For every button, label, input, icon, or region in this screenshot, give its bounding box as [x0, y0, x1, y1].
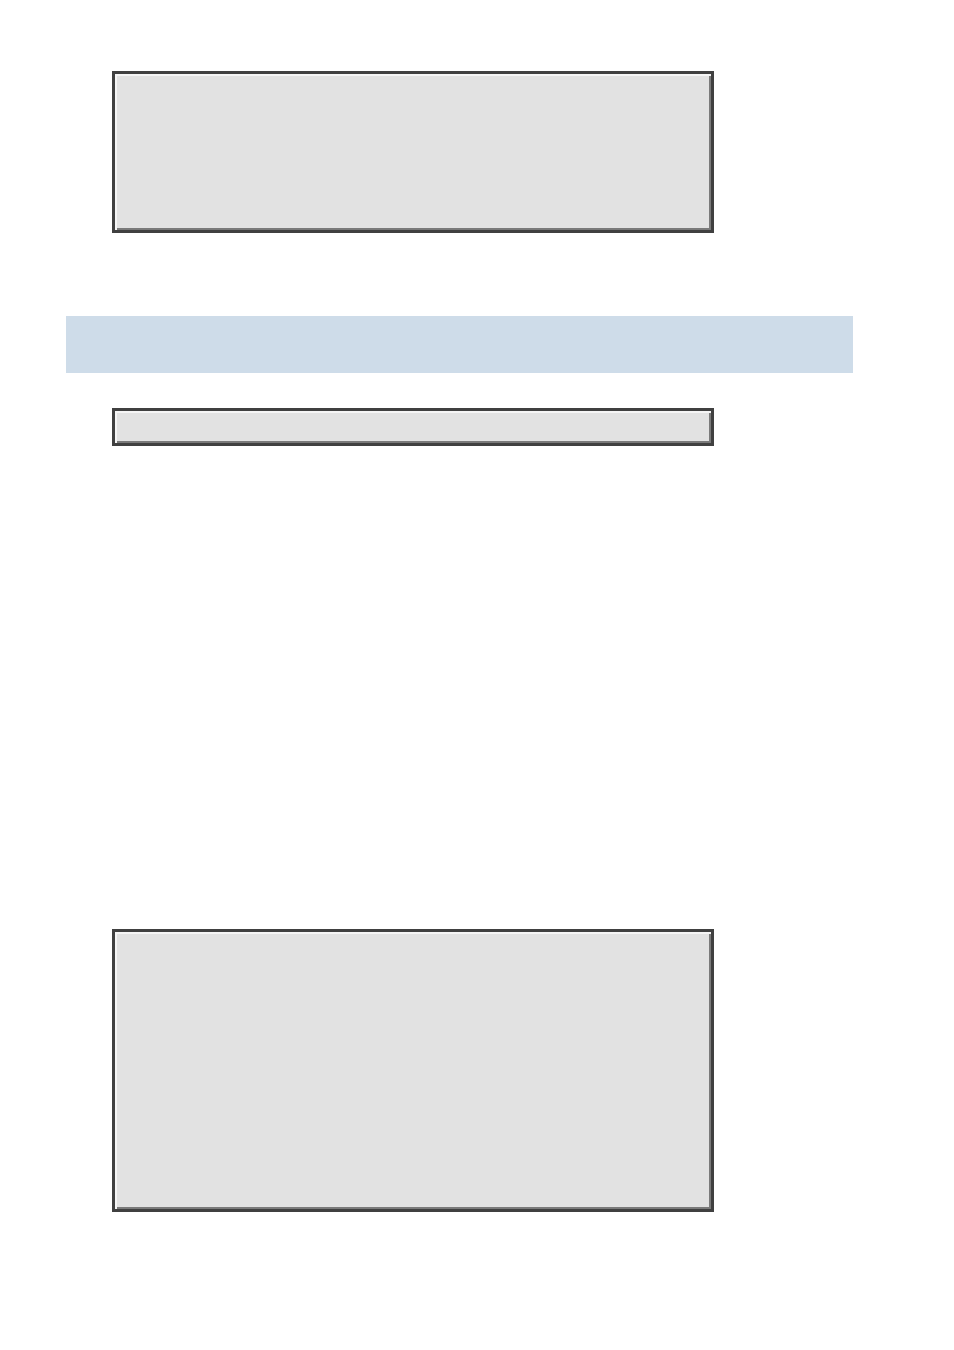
- section-highlight-bar: [66, 316, 853, 373]
- text-box-large: [112, 929, 714, 1212]
- text-box-small: [112, 408, 714, 446]
- document-page: [0, 0, 954, 1350]
- text-box-top: [112, 71, 714, 233]
